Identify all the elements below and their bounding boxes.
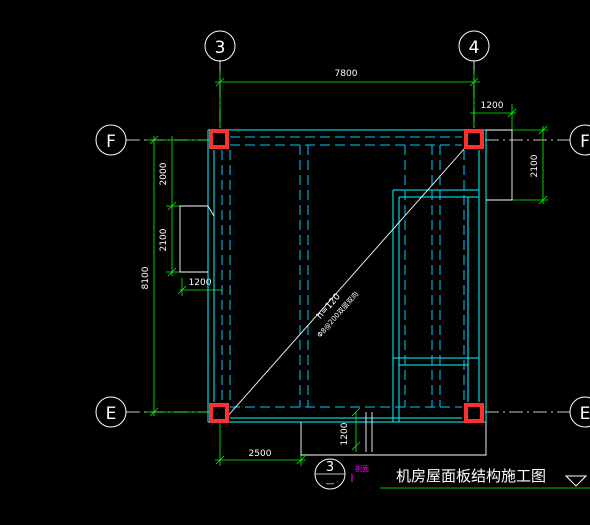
svg-text:F: F: [106, 132, 116, 152]
dim-8100: 8100: [141, 266, 151, 289]
dim-2500: 2500: [249, 449, 272, 459]
svg-text:4: 4: [469, 38, 480, 58]
column-top-left: [209, 129, 229, 149]
drawing-title: 机房屋面板结构施工图: [396, 467, 546, 485]
svg-text:E: E: [580, 404, 590, 424]
slab-note: h=120 Φ8@200双层双向: [315, 289, 360, 339]
section-tag: 剖面: [355, 464, 369, 473]
dim-1200-bottom: 1200: [340, 422, 350, 445]
dim-2000-left: 2000: [159, 162, 169, 185]
svg-text:F: F: [580, 132, 590, 152]
cad-drawing-canvas[interactable]: 3 4 F E F E 7800 1200 2100 8100 2000 210…: [0, 0, 590, 525]
svg-text:3: 3: [215, 38, 226, 58]
dimension-texts: 7800 1200 2100 8100 2000 2100 1200 2500 …: [141, 69, 540, 459]
axis-bubble-f-left: F: [95, 124, 127, 156]
column-bottom-right: [464, 403, 484, 423]
axis-bubble-f-right: F: [569, 124, 590, 156]
column-bottom-left: [209, 403, 229, 423]
dim-1200-top: 1200: [481, 101, 504, 111]
dim-7800: 7800: [335, 69, 358, 79]
axis-bubble-e-right: E: [569, 396, 590, 428]
level-triangle-icon: [564, 475, 588, 487]
axis-bubble-4: 4: [458, 30, 490, 62]
section-number: 3: [326, 460, 334, 475]
slab-diagonal-line: [225, 139, 473, 419]
axis-bubble-e-left: E: [95, 396, 127, 428]
dim-2100-left: 2100: [159, 228, 169, 251]
dim-2100-right: 2100: [530, 154, 540, 177]
section-sheet: —: [326, 479, 335, 489]
column-top-right: [464, 129, 484, 149]
svg-text:E: E: [106, 404, 117, 424]
section-mark: 3 — 剖面: [314, 458, 369, 490]
axis-bubble-3: 3: [204, 30, 236, 62]
beam-dashed-lines: [221, 136, 465, 408]
floor-plan-svg: 3 4 F E F E 7800 1200 2100 8100 2000 210…: [95, 30, 590, 490]
wall-lines: [207, 129, 487, 423]
